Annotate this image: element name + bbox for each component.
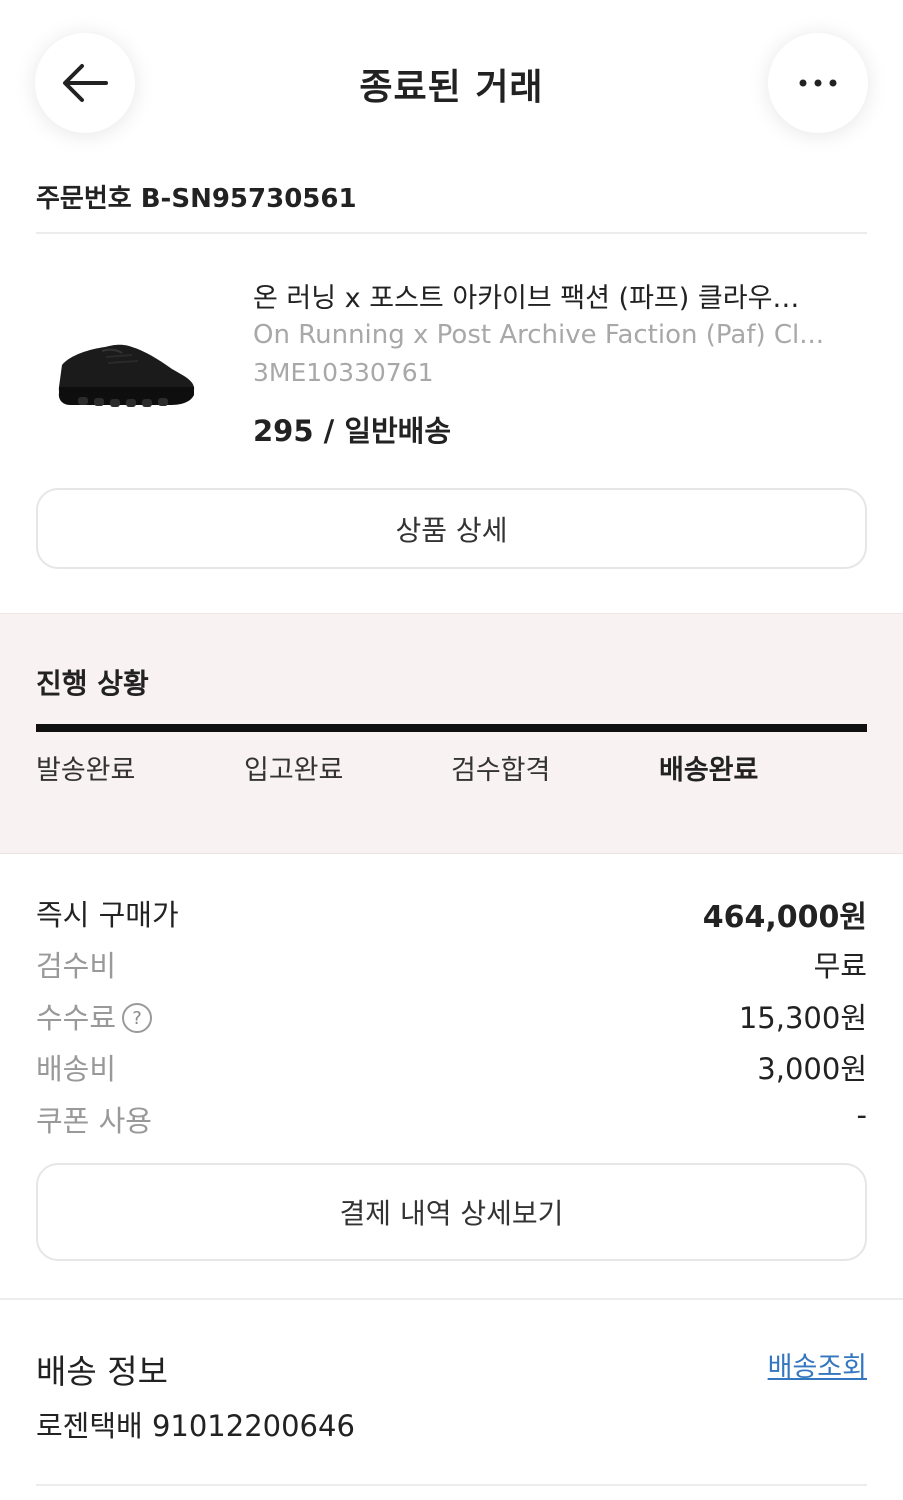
price-label: 검수비 xyxy=(36,949,117,983)
shipping-title: 배송 정보 xyxy=(36,1352,168,1391)
header: 종료된 거래 xyxy=(0,0,903,165)
progress-bar xyxy=(36,724,867,732)
step-inspected: 검수합격 xyxy=(451,755,551,786)
step-delivered: 배송완료 xyxy=(659,755,759,786)
price-value: 3,000원 xyxy=(757,1052,867,1086)
payment-detail-button[interactable]: 결제 내역 상세보기 xyxy=(36,1163,867,1261)
product-code: 3ME10330761 xyxy=(253,358,434,387)
step-received: 입고완료 xyxy=(244,755,344,786)
product-detail-button[interactable]: 상품 상세 xyxy=(36,488,867,569)
divider xyxy=(36,232,867,234)
progress-section: 진행 상황 발송완료 입고완료 검수합격 배송완료 xyxy=(0,613,903,854)
price-row-buy: 즉시 구매가 464,000원 xyxy=(36,892,867,935)
price-row-shipping: 배송비 3,000원 xyxy=(36,1046,867,1086)
price-row-coupon: 쿠폰 사용 - xyxy=(36,1098,867,1138)
divider xyxy=(0,1298,903,1300)
price-label: 수수료? xyxy=(36,995,153,1037)
price-label: 배송비 xyxy=(36,1052,117,1086)
divider xyxy=(36,1484,867,1486)
price-value: 464,000원 xyxy=(702,900,867,935)
more-button[interactable] xyxy=(768,33,868,133)
price-label-text: 수수료 xyxy=(36,1001,117,1035)
price-label: 쿠폰 사용 xyxy=(36,1104,152,1138)
price-value: 무료 xyxy=(813,949,867,983)
price-row-fee: 수수료? 15,300원 xyxy=(36,995,867,1035)
product-image[interactable] xyxy=(50,325,200,415)
help-icon[interactable]: ? xyxy=(122,1003,153,1033)
price-row-inspection: 검수비 무료 xyxy=(36,943,867,983)
product-title-en: On Running x Post Archive Faction (Paf) … xyxy=(253,320,825,350)
product-title-ko[interactable]: 온 러닝 x 포스트 아카이브 팩션 (파프) 클라우… xyxy=(253,276,853,315)
price-value: 15,300원 xyxy=(738,1001,867,1035)
price-value: - xyxy=(856,1098,867,1132)
more-horizontal-icon xyxy=(799,79,837,87)
price-label: 즉시 구매가 xyxy=(36,898,179,932)
track-shipping-link[interactable]: 배송조회 xyxy=(768,1345,867,1384)
step-shipped: 발송완료 xyxy=(36,755,136,786)
progress-title: 진행 상황 xyxy=(36,667,149,700)
product-option: 295 / 일반배송 xyxy=(253,414,452,448)
shipping-carrier-info: 로젠택배 91012200646 xyxy=(36,1409,355,1443)
order-number: 주문번호 B-SN95730561 xyxy=(36,184,357,214)
